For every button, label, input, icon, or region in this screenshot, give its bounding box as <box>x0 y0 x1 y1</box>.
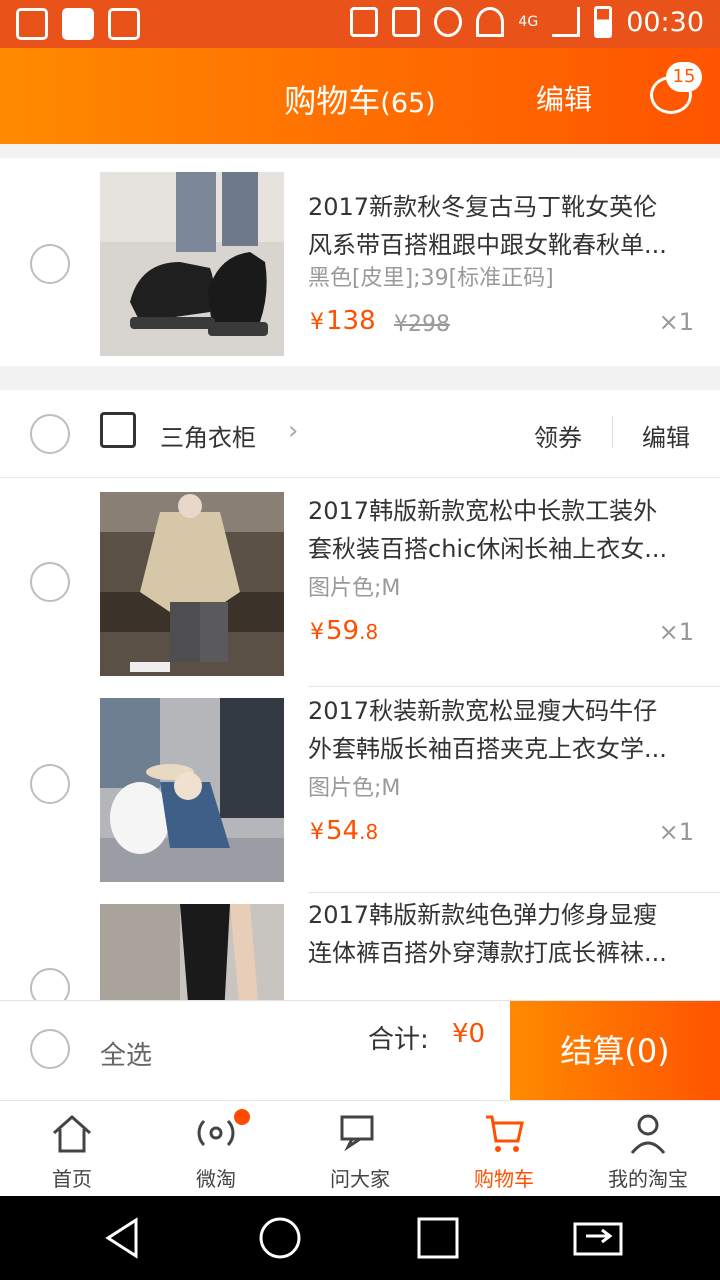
shop-block: 三角衣柜 › 领券 编辑 2017韩版新款宽松中长款工装外 套秋装百搭chic休… <box>0 390 720 1000</box>
total-label: 合计: <box>368 1025 429 1055</box>
cart-count: (65) <box>380 88 436 119</box>
currency-symbol: ¥ <box>310 310 324 335</box>
select-all-label[interactable]: 全选 <box>100 1035 152 1072</box>
item-title-line: 2017新款秋冬复古马丁靴女英伦 <box>308 193 658 221</box>
denim-photo[interactable] <box>100 698 284 882</box>
vibrate-icon <box>392 7 421 37</box>
cart-item[interactable]: 2017韩版新款宽松中长款工装外 套秋装百搭chic休闲长袖上衣女... 图片色… <box>0 478 720 684</box>
cart-footer: 全选 合计: ¥0 结算(0) <box>0 1000 720 1101</box>
user-icon <box>630 1114 666 1154</box>
shop-edit-button[interactable]: 编辑 <box>642 418 690 453</box>
currency-symbol: ¥ <box>310 620 324 645</box>
cart-item[interactable]: 2017秋装新款宽松显瘦大码牛仔 外套韩版长袖百搭夹克上衣女学... 图片色;M… <box>0 686 720 892</box>
checkout-button[interactable]: 结算(0) <box>510 1001 720 1101</box>
item-checkbox[interactable] <box>30 244 70 284</box>
price-decimal: .8 <box>359 620 379 644</box>
item-quantity[interactable]: ×1 <box>659 818 694 846</box>
tab-label: 微淘 <box>196 1167 236 1191</box>
cart-list[interactable]: 2017新款秋冬复古马丁靴女英伦 风系带百搭粗跟中跟女靴春秋单... 黑色[皮里… <box>0 144 720 1000</box>
item-variant[interactable]: 黑色[皮里];39[标准正码] <box>308 260 554 292</box>
shop-block: 2017新款秋冬复古马丁靴女英伦 风系带百搭粗跟中跟女靴春秋单... 黑色[皮里… <box>0 158 720 366</box>
shop-header: 三角衣柜 › 领券 编辑 <box>0 390 720 478</box>
item-title[interactable]: 2017秋装新款宽松显瘦大码牛仔 外套韩版长袖百搭夹克上衣女学... <box>308 692 700 768</box>
item-checkbox[interactable] <box>30 562 70 602</box>
item-title[interactable]: 2017韩版新款纯色弹力修身显瘦 连体裤百搭外穿薄款打底长裤袜... <box>308 896 700 972</box>
tab-label: 问大家 <box>330 1167 390 1191</box>
jacket-photo[interactable] <box>100 492 284 676</box>
tab-label: 首页 <box>52 1167 92 1191</box>
chat-icon <box>340 1115 374 1152</box>
divider <box>612 416 613 448</box>
header: 购物车(65) 编辑 15 <box>0 48 720 144</box>
cart-item[interactable]: 2017新款秋冬复古马丁靴女英伦 风系带百搭粗跟中跟女靴春秋单... 黑色[皮里… <box>0 158 720 364</box>
network-type: 4G <box>518 14 539 30</box>
price-integer: 54 <box>326 816 360 846</box>
system-navigation-bar <box>0 1196 720 1280</box>
status-bar: 4G 00:30 <box>0 0 720 48</box>
broadcast-icon <box>197 1119 235 1147</box>
tab-bar: 首页 微淘 问大家 购物车 我的淘宝 <box>0 1100 720 1196</box>
home-icon <box>53 1114 91 1153</box>
status-time: 00:30 <box>626 6 704 38</box>
tab-label: 我的淘宝 <box>608 1167 688 1191</box>
cart-icon <box>486 1115 524 1152</box>
document-icon <box>16 8 48 40</box>
total-value: ¥0 <box>452 1019 486 1049</box>
item-title-line: 2017韩版新款宽松中长款工装外 <box>308 497 658 525</box>
item-title-line: 风系带百搭粗跟中跟女靴春秋单... <box>308 231 667 259</box>
item-price: ¥59.8 <box>310 616 378 646</box>
item-title-line: 外套韩版长袖百搭夹克上衣女学... <box>308 735 667 763</box>
tab-cart[interactable]: 购物车 <box>432 1101 576 1197</box>
alarm-icon <box>434 7 463 37</box>
item-title-line: 2017秋装新款宽松显瘦大码牛仔 <box>308 697 658 725</box>
item-price: ¥54.8 <box>310 816 378 846</box>
price-integer: 138 <box>326 306 376 336</box>
switch-icon[interactable] <box>572 1216 624 1260</box>
notification-dot <box>234 1109 250 1125</box>
shop-name[interactable]: 三角衣柜 <box>160 418 256 453</box>
item-title-line: 套秋装百搭chic休闲长袖上衣女... <box>308 535 668 563</box>
item-checkbox[interactable] <box>30 968 70 1000</box>
shop-checkbox[interactable] <box>30 414 70 454</box>
app-icon <box>62 8 94 40</box>
battery-icon <box>594 6 613 38</box>
store-icon <box>100 412 136 448</box>
tab-ask[interactable]: 问大家 <box>288 1101 432 1197</box>
item-title[interactable]: 2017韩版新款宽松中长款工装外 套秋装百搭chic休闲长袖上衣女... <box>308 492 700 568</box>
item-title-line: 连体裤百搭外穿薄款打底长裤袜... <box>308 939 667 967</box>
price-integer: 59 <box>326 616 360 646</box>
item-title[interactable]: 2017新款秋冬复古马丁靴女英伦 风系带百搭粗跟中跟女靴春秋单... <box>308 188 700 264</box>
header-edit-button[interactable]: 编辑 <box>536 78 592 118</box>
tab-label: 购物车 <box>474 1167 534 1191</box>
leggings-photo[interactable] <box>100 904 284 1000</box>
wifi-icon <box>476 7 505 37</box>
item-checkbox[interactable] <box>30 764 70 804</box>
recents-icon[interactable] <box>416 1216 460 1260</box>
currency-symbol: ¥ <box>310 820 324 845</box>
page-title-text: 购物车 <box>284 82 381 120</box>
tab-weitao[interactable]: 微淘 <box>144 1101 288 1197</box>
cart-item[interactable]: 2017韩版新款纯色弹力修身显瘦 连体裤百搭外穿薄款打底长裤袜... <box>0 892 720 1000</box>
chevron-right-icon[interactable]: › <box>288 416 298 446</box>
boots-photo[interactable] <box>100 172 284 356</box>
page-title: 购物车(65) <box>0 76 720 122</box>
home-button-icon[interactable] <box>258 1216 302 1260</box>
original-price: ¥298 <box>394 312 450 337</box>
tab-my-taobao[interactable]: 我的淘宝 <box>576 1101 720 1197</box>
tab-home[interactable]: 首页 <box>0 1101 144 1197</box>
select-all-checkbox[interactable] <box>30 1029 70 1069</box>
signal-icon <box>552 7 581 37</box>
coupon-button[interactable]: 领券 <box>534 418 582 453</box>
item-variant[interactable]: 图片色;M <box>308 770 400 802</box>
nfc-icon <box>350 7 379 37</box>
item-title-line: 2017韩版新款纯色弹力修身显瘦 <box>308 901 658 929</box>
item-quantity[interactable]: ×1 <box>659 308 694 336</box>
image-icon <box>108 8 140 40</box>
item-quantity[interactable]: ×1 <box>659 618 694 646</box>
item-variant[interactable]: 图片色;M <box>308 570 400 602</box>
message-badge: 15 <box>666 62 702 92</box>
back-icon[interactable] <box>100 1216 144 1260</box>
price-decimal: .8 <box>359 820 379 844</box>
item-price: ¥138 <box>310 306 376 336</box>
